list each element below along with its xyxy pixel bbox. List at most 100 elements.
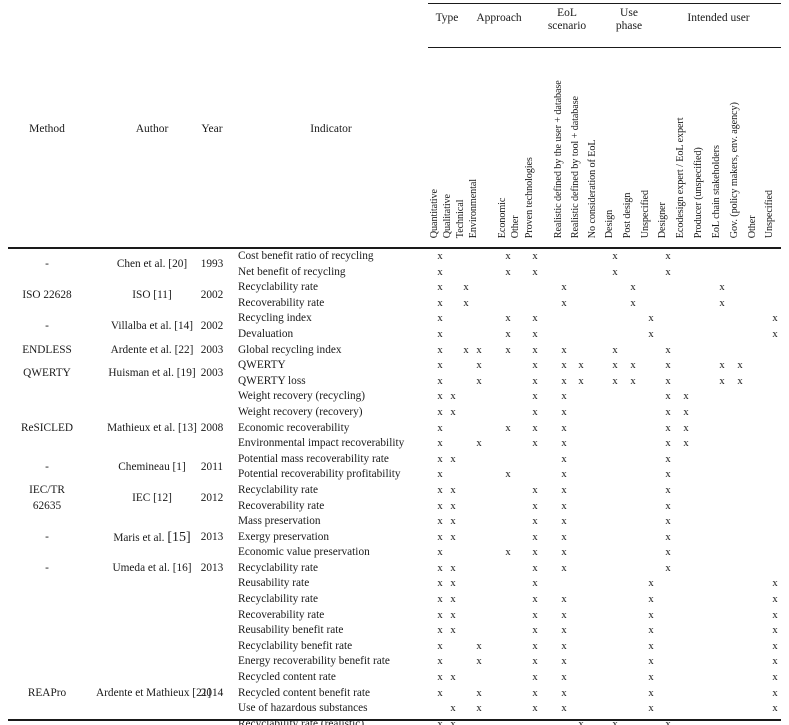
mark-unspecified_phase: x (648, 609, 654, 621)
mark-qualitative: x (450, 484, 456, 496)
mark-realistic_user: x (561, 453, 567, 465)
table-row: Recyclability rate x x x x x x (0, 592, 789, 608)
cell-indicator: QWERTY (238, 359, 286, 372)
group-header-4: Use phase (602, 7, 656, 32)
mark-proven_tech: x (532, 438, 538, 450)
mark-quantitative: x (437, 547, 443, 559)
cell-indicator: Recoverability rate (238, 608, 325, 621)
rotated-column-header-other_user: Other (746, 215, 758, 238)
group-header-line1: EoL (557, 7, 577, 19)
rotated-column-header-no_eol: No consideration of EoL (586, 139, 598, 238)
mark-realistic_user: x (561, 406, 567, 418)
mark-qualitative: x (450, 578, 456, 590)
table-row: - Chemineau [1] 2011 Potential mass recover… (0, 452, 789, 473)
mark-quantitative: x (437, 578, 443, 590)
mark-designer: x (665, 453, 671, 465)
mark-unspecified_phase: x (648, 672, 654, 684)
mark-realistic_user: x (561, 469, 567, 481)
mark-unspecified_user: x (772, 625, 778, 637)
table-row: ISO 22628 ISO [11] 2002 Recyclability rate x… (0, 280, 789, 301)
mark-proven_tech: x (532, 251, 538, 262)
cell-indicator: Exergy preservation (238, 530, 330, 543)
mark-qualitative: x (450, 516, 456, 528)
cell-indicator: Environmental impact recoverability (238, 437, 405, 450)
mark-qualitative: x (450, 609, 456, 621)
mark-realistic_user: x (561, 594, 567, 606)
table-row: Net benefit of recycling x x x x x (0, 265, 789, 281)
mark-quantitative: x (437, 251, 443, 262)
mark-quantitative: x (437, 672, 443, 684)
mark-qualitative: x (450, 562, 456, 574)
mark-quantitative: x (437, 438, 443, 450)
mark-proven_tech: x (532, 531, 538, 543)
table-row: Potential recoverability profitability x x… (0, 467, 789, 483)
mark-post_design: x (630, 360, 636, 372)
mark-unspecified_user: x (772, 313, 778, 325)
mark-quantitative: x (437, 484, 443, 496)
mark-unspecified_user: x (772, 703, 778, 715)
mark-qualitative: x (450, 453, 456, 465)
cell-indicator: Recyclability rate (238, 281, 318, 294)
table-row: Environmental impact recoverability x x x x x… (0, 436, 789, 452)
table-row: - Villalba et al. [14] 2002 Recycling index… (0, 311, 789, 332)
rotated-column-header-ecodesign_expert: Ecodesign expert / EoL expert (674, 117, 686, 238)
rotated-column-header-other_approach: Other (509, 215, 521, 238)
mark-qualitative: x (450, 500, 456, 512)
cell-indicator: Recycled content rate (238, 671, 336, 684)
cell-indicator: Economic recoverability (238, 421, 350, 434)
mark-designer: x (665, 266, 671, 278)
mark-realistic_user: x (561, 609, 567, 621)
mark-economic: x (505, 251, 511, 262)
mark-unspecified_phase: x (648, 703, 654, 715)
table-row: IEC/TR 62635 IEC [12] 2012 Recyclability rat… (0, 483, 789, 512)
mark-quantitative: x (437, 360, 443, 372)
mark-ecodesign_expert: x (683, 406, 689, 418)
mark-unspecified_phase: x (648, 640, 654, 652)
mark-environmental: x (476, 640, 482, 652)
mark-designer: x (665, 484, 671, 496)
mark-realistic_user: x (561, 516, 567, 528)
mark-proven_tech: x (532, 687, 538, 699)
group-header-2: Approach (476, 12, 522, 24)
mark-ecodesign_expert: x (683, 438, 689, 450)
mark-unspecified_phase: x (648, 578, 654, 590)
mark-environmental: x (476, 344, 482, 356)
mark-economic: x (505, 547, 511, 559)
rotated-column-header-gov: Gov. (policy makers, env. agency) (728, 102, 740, 238)
mark-designer: x (665, 391, 671, 403)
mark-eol_chain: x (719, 297, 725, 309)
mark-qualitative: x (450, 406, 456, 418)
table-row: Reusability rate x x x x x (0, 576, 789, 592)
mark-unspecified_phase: x (648, 328, 654, 340)
mark-proven_tech: x (532, 703, 538, 715)
cell-indicator: Recyclability rate (238, 561, 318, 574)
rotated-column-header-unspecified_user: Unspecified (763, 189, 775, 238)
mark-environmental: x (476, 360, 482, 372)
mark-quantitative: x (437, 625, 443, 637)
mark-realistic_user: x (561, 687, 567, 699)
cell-indicator: Energy recoverability benefit rate (238, 655, 390, 668)
rotated-column-header-design: Design (603, 209, 615, 238)
cell-indicator: Potential mass recoverability rate (238, 452, 389, 465)
table-row: Devaluation x x x x x (0, 327, 789, 343)
mark-proven_tech: x (532, 672, 538, 684)
group-header-1: Type (435, 12, 459, 24)
rotated-column-header-environmental: Environmental (467, 178, 479, 238)
mark-quantitative: x (437, 469, 443, 481)
mark-designer: x (665, 438, 671, 450)
mark-proven_tech: x (532, 625, 538, 637)
mark-unspecified_user: x (772, 640, 778, 652)
rotated-column-header-designer: Designer (656, 202, 668, 238)
table-row: - Umeda et al. [16] 2013 Recyclability rate… (0, 561, 789, 577)
mark-realistic_user: x (561, 282, 567, 294)
mark-proven_tech: x (532, 313, 538, 325)
mark-designer: x (665, 469, 671, 481)
mark-realistic_user: x (561, 531, 567, 543)
mark-realistic_tool: x (578, 375, 584, 387)
cell-indicator: Reusability rate (238, 577, 310, 590)
mark-realistic_user: x (561, 672, 567, 684)
table-figure: Type Approach EoL scenario Use phase Intended … (0, 0, 789, 725)
rotated-column-header-band: Quantitative Qualitative Technical Environm… (0, 60, 789, 238)
cell-indicator: Use of hazardous substances (238, 702, 368, 715)
cell-indicator: Reusability benefit rate (238, 624, 344, 637)
